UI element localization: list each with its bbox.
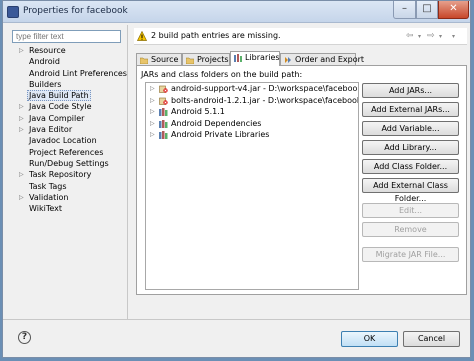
header-message: 2 build path entries are missing. — [151, 31, 281, 40]
view-menu-icon[interactable]: ▾ — [452, 33, 455, 40]
build-path-label: JARs and class folders on the build path… — [141, 70, 303, 79]
expand-arrow-icon[interactable]: ▷ — [150, 129, 155, 141]
list-item-android-support-jar[interactable]: ▷ android-support-v4.jar - D:\workspace\… — [146, 83, 358, 95]
tree-item-java-editor[interactable]: ▷ Java Editor — [12, 124, 121, 135]
list-item-bolts-android-jar[interactable]: ▷ bolts-android-1.2.1.jar - D:\workspace… — [146, 95, 358, 107]
expand-arrow-icon[interactable]: ▷ — [19, 169, 24, 180]
forward-menu-icon[interactable]: ▾ — [439, 33, 442, 40]
library-container-icon — [159, 108, 168, 116]
tree-item-project-references[interactable]: Project References — [12, 147, 121, 158]
tree-item-android-lint-preferences[interactable]: Android Lint Preferences — [12, 68, 127, 79]
tree-item-wikitext[interactable]: WikiText — [12, 203, 121, 214]
sash-divider[interactable] — [127, 25, 128, 319]
build-path-list[interactable]: ▷ android-support-v4.jar - D:\workspace\… — [145, 82, 359, 290]
libraries-icon — [234, 54, 242, 62]
expand-arrow-icon[interactable]: ▷ — [19, 124, 24, 135]
forward-icon[interactable]: ⇨ — [427, 31, 435, 41]
tree-item-java-code-style[interactable]: ▷ Java Code Style — [12, 101, 121, 112]
source-folder-icon — [140, 57, 148, 64]
order-export-icon — [285, 57, 291, 63]
expand-arrow-icon[interactable]: ▷ — [19, 45, 24, 56]
tree-item-java-build-path[interactable]: Java Build Path — [12, 90, 121, 102]
tree-item-android[interactable]: Android — [12, 56, 121, 67]
filter-input[interactable] — [12, 30, 121, 43]
expand-arrow-icon[interactable]: ▷ — [150, 95, 155, 107]
tree-item-resource[interactable]: ▷ Resource — [12, 45, 121, 56]
add-variable-button[interactable]: Add Variable... — [362, 121, 459, 136]
tab-libraries[interactable]: Libraries — [230, 51, 280, 66]
back-menu-icon[interactable]: ▾ — [418, 33, 421, 40]
edit-button[interactable]: Edit... — [362, 203, 459, 218]
tree-item-task-tags[interactable]: Task Tags — [12, 181, 121, 192]
title-bar: Properties for facebook – □ ✕ — [3, 1, 470, 23]
properties-tree: ▷ Resource Android Android Lint Preferenc… — [12, 45, 127, 214]
expand-arrow-icon[interactable]: ▷ — [19, 101, 24, 112]
list-item-android-private-libraries[interactable]: ▷ Android Private Libraries — [146, 129, 358, 141]
projects-icon — [186, 57, 194, 64]
warning-icon — [137, 31, 147, 41]
maximize-button[interactable]: □ — [416, 1, 438, 19]
library-container-icon — [159, 131, 168, 139]
tree-item-task-repository[interactable]: ▷ Task Repository — [12, 169, 121, 180]
add-external-class-folder-button[interactable]: Add External Class Folder... — [362, 178, 459, 203]
library-container-icon — [159, 119, 168, 128]
tree-item-javadoc-location[interactable]: Javadoc Location — [12, 135, 121, 146]
missing-jar-icon — [159, 85, 168, 93]
ok-button[interactable]: OK — [341, 331, 398, 347]
list-item-android-5-1-1[interactable]: ▷ Android 5.1.1 — [146, 106, 358, 118]
tree-item-validation[interactable]: ▷ Validation — [12, 192, 121, 203]
missing-jar-icon — [159, 97, 168, 105]
back-icon[interactable]: ⇦ — [406, 31, 414, 41]
expand-arrow-icon[interactable]: ▷ — [150, 106, 155, 118]
add-library-button[interactable]: Add Library... — [362, 140, 459, 155]
cancel-button[interactable]: Cancel — [403, 331, 460, 347]
add-class-folder-button[interactable]: Add Class Folder... — [362, 159, 459, 174]
expand-arrow-icon[interactable]: ▷ — [19, 192, 24, 203]
add-external-jars-button[interactable]: Add External JARs... — [362, 102, 459, 117]
migrate-jar-button[interactable]: Migrate JAR File... — [362, 247, 459, 262]
window-title: Properties for facebook — [23, 6, 128, 16]
list-item-android-dependencies[interactable]: ▷ Android Dependencies — [146, 118, 358, 130]
expand-arrow-icon[interactable]: ▷ — [150, 118, 155, 130]
eclipse-app-icon — [7, 6, 19, 18]
expand-arrow-icon[interactable]: ▷ — [19, 113, 24, 124]
minimize-button[interactable]: – — [393, 1, 416, 19]
expand-arrow-icon[interactable]: ▷ — [150, 83, 155, 95]
page-header: 2 build path entries are missing. ⇦ ▾ ⇨ … — [134, 28, 467, 45]
footer-divider — [3, 319, 470, 320]
tree-item-run-debug-settings[interactable]: Run/Debug Settings — [12, 158, 121, 169]
remove-button[interactable]: Remove — [362, 222, 459, 237]
tree-item-builders[interactable]: Builders — [12, 79, 121, 90]
close-button[interactable]: ✕ — [438, 1, 469, 19]
tree-item-java-compiler[interactable]: ▷ Java Compiler — [12, 113, 121, 124]
help-icon[interactable]: ? — [18, 331, 31, 344]
add-jars-button[interactable]: Add JARs... — [362, 83, 459, 98]
properties-dialog: Properties for facebook – □ ✕ ▷Resource … — [2, 0, 471, 358]
